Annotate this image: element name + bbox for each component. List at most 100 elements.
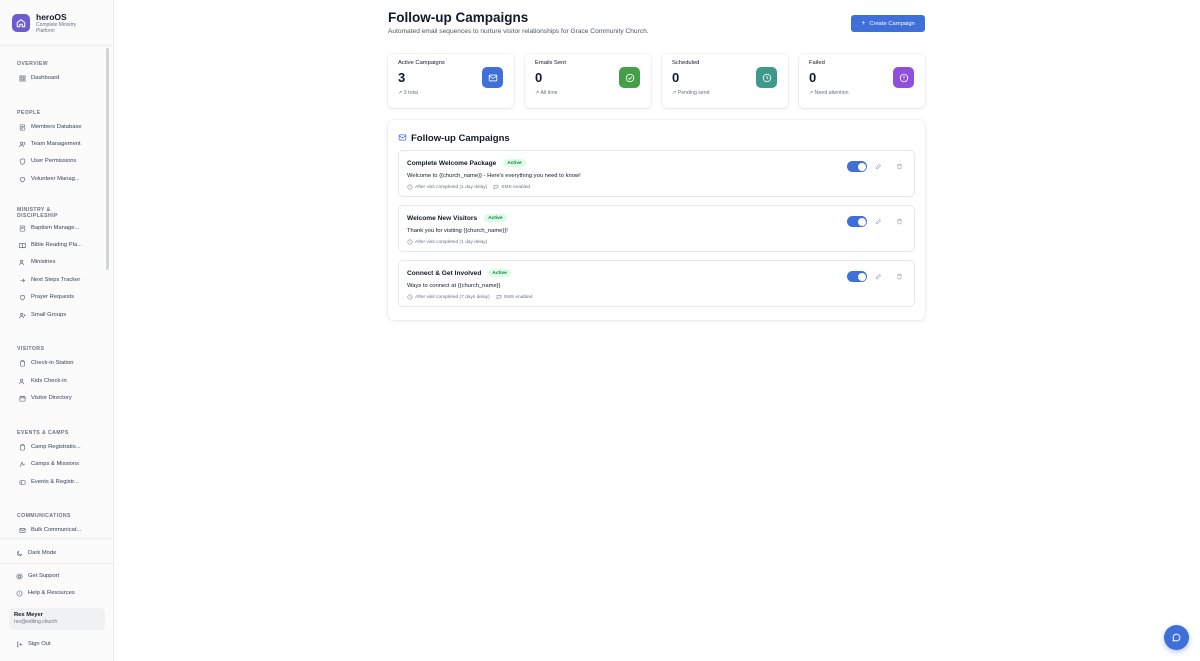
sidebar-item-dashboard[interactable]: Dashboard bbox=[18, 72, 59, 84]
section-title-ministry: MINISTRY & DISCIPLESHIP bbox=[17, 207, 58, 219]
sidebar-scrollbar[interactable] bbox=[106, 48, 109, 270]
sidebar-item-label: Team Management bbox=[31, 141, 81, 147]
ticket-icon bbox=[18, 478, 26, 486]
mail-icon bbox=[398, 129, 407, 147]
campaign-subject: Thank you for visiting {{church_name}}! bbox=[407, 228, 508, 234]
campaign-item[interactable]: Complete Welcome Package Active Welcome … bbox=[398, 150, 915, 197]
sidebar-item-small-groups[interactable]: Small Groups bbox=[18, 309, 66, 321]
moon-icon bbox=[15, 549, 23, 557]
campaign-item[interactable]: Welcome New Visitors Active Thank you fo… bbox=[398, 205, 915, 252]
campaign-meta: After visit completed (1 day delay) bbox=[407, 239, 487, 245]
trash-icon[interactable] bbox=[895, 217, 903, 225]
mail-icon bbox=[18, 526, 26, 534]
sidebar-item-team-management[interactable]: Team Management bbox=[18, 138, 81, 150]
chat-button[interactable] bbox=[1164, 625, 1189, 650]
stat-label: Active Campaigns bbox=[398, 60, 445, 66]
sidebar-item-label: Bible Reading Pla... bbox=[31, 242, 82, 248]
stat-card-failed: Failed 0 ↗ Need attention bbox=[799, 54, 925, 108]
sidebar-item-bulk-communications[interactable]: Bulk Communicat... bbox=[18, 524, 81, 536]
shield-icon bbox=[18, 157, 26, 165]
arrow-right-icon bbox=[18, 276, 26, 284]
app-tagline: Complete Ministry Platform bbox=[36, 21, 77, 34]
sign-out-label: Sign Out bbox=[28, 641, 51, 647]
life-buoy-icon bbox=[15, 572, 23, 580]
edit-icon[interactable] bbox=[874, 217, 882, 225]
campaign-item[interactable]: Connect & Get Involved Active Ways to co… bbox=[398, 260, 915, 307]
user-profile[interactable]: Rex Meyer rex@editing.church bbox=[9, 608, 105, 630]
get-support-label: Get Support bbox=[28, 573, 60, 579]
status-badge: Active bbox=[484, 214, 507, 222]
sidebar: heroOS Complete Ministry Platform OVERVI… bbox=[0, 0, 114, 661]
status-badge: Active bbox=[488, 269, 511, 277]
stat-card-emails-sent: Emails Sent 0 ↗ All time bbox=[525, 54, 651, 108]
help-resources-link[interactable]: Help & Resources bbox=[15, 587, 75, 599]
dark-mode-toggle[interactable]: Dark Mode bbox=[15, 547, 56, 559]
sidebar-item-bible-reading[interactable]: Bible Reading Pla... bbox=[18, 239, 82, 251]
clock-icon bbox=[407, 184, 413, 190]
list-title: Follow-up Campaigns bbox=[411, 132, 510, 144]
sidebar-item-label: Prayer Requests bbox=[31, 294, 75, 300]
sidebar-item-label: Next Steps Tracker bbox=[31, 277, 81, 283]
sidebar-item-user-permissions[interactable]: User Permissions bbox=[18, 155, 76, 167]
campaign-enable-toggle[interactable] bbox=[847, 216, 867, 227]
sidebar-divider bbox=[0, 563, 113, 564]
chat-icon bbox=[1172, 629, 1181, 647]
dashboard-icon bbox=[18, 74, 26, 82]
sidebar-item-ministries[interactable]: Ministries bbox=[18, 256, 55, 268]
sidebar-item-baptism-management[interactable]: Baptism Manage... bbox=[18, 222, 79, 234]
sidebar-item-check-in-station[interactable]: Check-in Station bbox=[18, 357, 74, 369]
section-title-communications: COMMUNICATIONS bbox=[17, 513, 71, 519]
sidebar-item-next-steps[interactable]: Next Steps Tracker bbox=[18, 274, 80, 286]
get-support-link[interactable]: Get Support bbox=[15, 570, 59, 582]
sidebar-item-label: Check-in Station bbox=[31, 360, 74, 366]
status-badge: Active bbox=[503, 159, 526, 167]
stat-label: Failed bbox=[809, 60, 825, 66]
sidebar-item-events-registration[interactable]: Events & Registr... bbox=[18, 476, 79, 488]
user-name: Rex Meyer bbox=[14, 612, 44, 618]
clock-icon bbox=[407, 239, 413, 245]
book-icon bbox=[18, 241, 26, 249]
sidebar-item-label: Events & Registr... bbox=[31, 479, 79, 485]
sidebar-item-label: User Permissions bbox=[31, 158, 77, 164]
toggle-knob bbox=[857, 217, 866, 226]
sidebar-item-camps-missions[interactable]: Camps & Missions bbox=[18, 458, 79, 470]
stat-value: 0 bbox=[535, 70, 543, 85]
trash-icon[interactable] bbox=[895, 162, 903, 170]
trash-icon[interactable] bbox=[895, 272, 903, 280]
sidebar-item-label: Baptism Manage... bbox=[31, 225, 80, 231]
sidebar-item-label: Bulk Communicat... bbox=[31, 527, 82, 533]
user-plus-icon bbox=[18, 311, 26, 319]
campaign-enable-toggle[interactable] bbox=[847, 271, 867, 282]
dark-mode-label: Dark Mode bbox=[28, 550, 57, 556]
sidebar-item-label: Ministries bbox=[31, 259, 56, 265]
sidebar-item-label: Dashboard bbox=[31, 75, 60, 81]
stat-label: Scheduled bbox=[672, 60, 700, 66]
section-title-people: PEOPLE bbox=[17, 110, 41, 116]
campaign-sms: SMS enabled bbox=[501, 184, 531, 190]
sidebar-item-prayer-requests[interactable]: Prayer Requests bbox=[18, 291, 74, 303]
brand[interactable]: heroOS Complete Ministry Platform bbox=[0, 0, 113, 46]
sidebar-item-volunteer-management[interactable]: Volunteer Manag... bbox=[18, 173, 80, 185]
user-email: rex@editing.church bbox=[14, 619, 58, 625]
stat-value: 3 bbox=[398, 70, 406, 85]
help-icon bbox=[15, 589, 23, 597]
sidebar-item-camp-registration[interactable]: Camp Registratio... bbox=[18, 441, 81, 453]
sign-out-button[interactable]: Sign Out bbox=[15, 638, 51, 650]
sidebar-item-members-database[interactable]: Members Database bbox=[18, 121, 82, 133]
sidebar-item-kids-check-in[interactable]: Kids Check-in bbox=[18, 375, 67, 387]
campaign-enable-toggle[interactable] bbox=[847, 161, 867, 172]
sidebar-item-label: Small Groups bbox=[31, 312, 67, 318]
campaign-trigger: After visit completed (1 day delay) bbox=[415, 239, 488, 245]
edit-icon[interactable] bbox=[874, 162, 882, 170]
sidebar-item-visitor-directory[interactable]: Visitor Directory bbox=[18, 392, 72, 404]
create-campaign-button[interactable]: + Create Campaign bbox=[851, 15, 925, 32]
message-icon bbox=[493, 184, 499, 190]
app-name: heroOS bbox=[36, 11, 67, 22]
users-icon bbox=[18, 258, 26, 266]
campaign-subject: Ways to connect at {{church_name}} bbox=[407, 283, 501, 289]
sidebar-item-label: Camps & Missions bbox=[31, 461, 79, 467]
campaign-meta: After visit completed (7 days delay) SMS… bbox=[407, 294, 532, 300]
edit-icon[interactable] bbox=[874, 272, 882, 280]
heart-icon bbox=[18, 175, 26, 183]
sidebar-item-label: Kids Check-in bbox=[31, 378, 67, 384]
